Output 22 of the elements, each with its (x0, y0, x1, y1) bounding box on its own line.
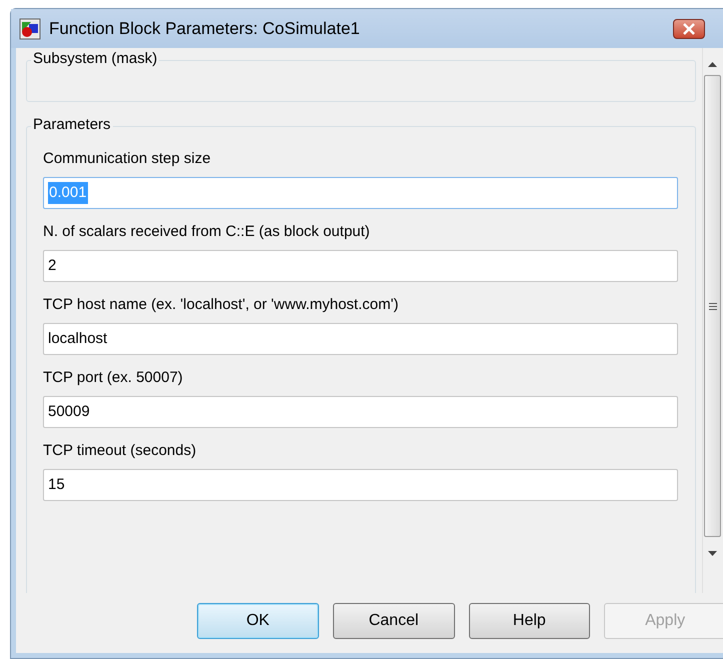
field-label: TCP timeout (seconds) (43, 441, 198, 461)
input-field[interactable]: 50009 (43, 396, 678, 428)
input-field[interactable]: localhost (43, 323, 678, 355)
close-button[interactable] (673, 18, 705, 38)
close-icon (682, 22, 696, 34)
scrollbar[interactable] (702, 48, 722, 593)
dialog-button[interactable]: Help (468, 603, 590, 639)
input-field[interactable]: 15 (43, 469, 678, 501)
field-label: TCP port (ex. 50007) (43, 368, 184, 388)
field-label: N. of scalars received from C::E (as block output) (43, 222, 371, 242)
scroll-up-icon[interactable] (708, 62, 717, 67)
grip-icon (708, 302, 716, 310)
group-title: Subsystem (mask) (31, 49, 160, 69)
scroll-down-icon[interactable] (708, 551, 717, 556)
scroll-thumb[interactable] (704, 75, 721, 537)
block-diagram-icon (19, 18, 41, 40)
dialog-button[interactable]: Cancel (332, 603, 454, 639)
dialog-button[interactable]: OK (197, 603, 319, 639)
field-label: TCP host name (ex. 'localhost', or 'www.myhost.com') (43, 295, 400, 315)
window-title: Function Block Parameters: CoSimulate1 (49, 18, 360, 40)
field-label: Communication step size (43, 149, 212, 169)
input-field[interactable]: 2 (43, 250, 678, 282)
